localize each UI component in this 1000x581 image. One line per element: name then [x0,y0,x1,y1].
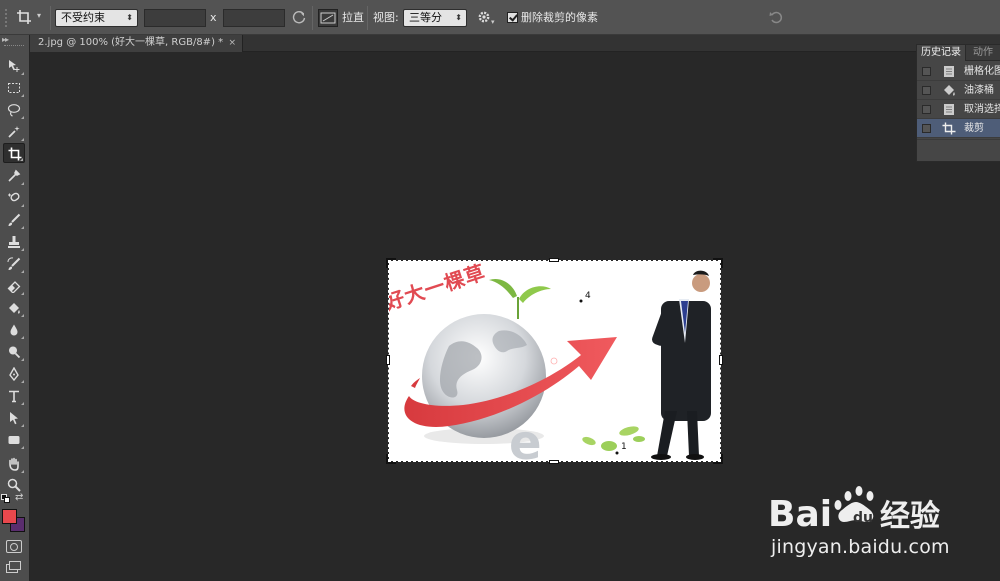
hand-tool-icon[interactable] [3,454,25,474]
ratio-select-value: 不受约束 [61,11,105,24]
dodge-tool-icon[interactable] [3,342,25,362]
swap-colors-icon[interactable]: ⇄ [15,492,23,503]
tool-preset-picker[interactable]: ▾ [16,9,46,27]
history-brush-tool-icon[interactable] [3,254,25,274]
separator [367,6,368,30]
crop-settings-button[interactable]: ▾ [476,9,498,27]
move-tool-icon[interactable] [3,56,25,76]
history-divider [917,139,1000,140]
document-tab-strip: 2.jpg @ 100% (好大一棵草, RGB/8#) * × [30,35,1000,52]
quick-selection-tool-icon[interactable] [3,122,25,142]
gear-icon [478,11,490,23]
lasso-tool-icon[interactable] [3,100,25,120]
panel-grip [4,45,24,47]
marquee-tool-icon[interactable] [3,78,25,98]
history-panel: 历史记录 动作 栅格化图 油漆桶 取消选择 裁剪 [916,44,1000,162]
history-item-label: 油漆桶 [964,85,994,96]
options-bar-grip[interactable] [5,9,13,27]
svg-text:经验: 经验 [880,499,940,534]
crop-handle-left[interactable] [386,355,390,365]
reset-crop-button[interactable] [768,9,786,27]
document-canvas[interactable]: e 好大一棵草 4 1 Bai du 经验 jingyan.baidu.com [31,53,1000,581]
history-item-label: 栅格化图 [964,66,1000,77]
blur-tool-icon[interactable] [3,320,25,340]
screen-mode-icon[interactable] [6,561,22,574]
crop-handle-bottom-left[interactable] [386,454,396,464]
updown-arrows-icon: ⬍ [126,13,133,22]
tab-actions[interactable]: 动作 [969,45,997,61]
rectangle-tool-icon[interactable] [3,430,25,450]
svg-text:du: du [853,510,873,526]
panel-collapse-icon[interactable]: ▸▸ [2,35,9,44]
crop-handle-top-left[interactable] [386,258,396,268]
clone-stamp-tool-icon[interactable] [3,232,25,252]
history-item[interactable]: 取消选择 [917,100,1000,119]
document-icon [944,66,954,77]
rotate-icon [292,11,306,24]
eraser-tool-icon[interactable] [3,276,25,296]
reset-icon [769,11,783,24]
close-icon[interactable]: × [228,35,236,51]
view-overlay-value: 三等分 [409,11,442,24]
dimension-separator: x [210,11,217,24]
history-item-label: 裁剪 [964,123,984,134]
crop-icon [17,10,31,24]
straighten-label[interactable]: 拉直 [342,9,364,27]
updown-arrows-icon: ⬍ [455,13,462,22]
delete-cropped-pixels-label[interactable]: 删除裁剪的像素 [521,9,598,27]
history-panel-tabs: 历史记录 动作 [917,45,1000,61]
history-snapshot-checkbox[interactable] [922,124,931,133]
crop-handle-top-right[interactable] [713,258,723,268]
quick-mask-icon[interactable] [6,540,22,553]
history-snapshot-checkbox[interactable] [922,105,931,114]
history-item[interactable]: 油漆桶 [917,81,1000,100]
brush-tool-icon[interactable] [3,210,25,230]
crop-handle-bottom-right[interactable] [713,454,723,464]
crop-tool-icon[interactable] [3,143,25,163]
history-item-selected[interactable]: 裁剪 [917,119,1000,138]
paint-bucket-icon [944,85,955,96]
baidu-logo-icon: Bai du 经验 [768,486,940,535]
photoshop-window: ▾ 不受约束 ⬍ x 拉直 视图: 三等分 ⬍ ▾ 删除裁剪的像素 2.jpg … [0,0,1000,581]
baidu-jingyan-watermark: Bai du 经验 jingyan.baidu.com [768,478,968,568]
document-tab-title: 2.jpg @ 100% (好大一棵草, RGB/8#) * [38,37,224,48]
separator [312,6,313,30]
spot-healing-tool-icon[interactable] [3,188,25,208]
default-colors-icon[interactable] [1,494,10,503]
view-label: 视图: [373,11,399,24]
options-bar: ▾ 不受约束 ⬍ x 拉直 视图: 三等分 ⬍ ▾ 删除裁剪的像素 [0,0,1000,35]
document-tab[interactable]: 2.jpg @ 100% (好大一棵草, RGB/8#) * × [30,35,243,52]
history-item[interactable]: 栅格化图 [917,62,1000,81]
crop-handle-right[interactable] [719,355,723,365]
paint-bucket-tool-icon[interactable] [3,298,25,318]
crop-bounding-box[interactable] [388,260,721,462]
watermark-url: jingyan.baidu.com [771,536,950,558]
chevron-down-icon: ▾ [37,11,42,20]
type-tool-icon[interactable] [3,386,25,406]
foreground-color-swatch[interactable] [2,509,17,524]
straighten-button[interactable] [318,9,338,27]
history-snapshot-checkbox[interactable] [922,86,931,95]
pen-tool-icon[interactable] [3,364,25,384]
crop-handle-bottom[interactable] [549,460,559,464]
swap-dimensions-button[interactable] [291,9,309,27]
tab-history[interactable]: 历史记录 [917,45,966,61]
chevron-down-icon: ▾ [491,18,495,26]
crop-handle-top[interactable] [549,258,559,262]
ratio-select[interactable]: 不受约束 ⬍ [55,9,138,27]
delete-cropped-pixels-checkbox[interactable] [507,12,518,23]
tools-panel: ▸▸ ⇄ [0,35,30,581]
separator [50,6,51,30]
eyedropper-tool-icon[interactable] [3,166,25,186]
height-input[interactable] [223,9,285,27]
document-icon [944,104,954,115]
width-input[interactable] [144,9,206,27]
svg-text:Bai: Bai [768,494,832,535]
level-icon [320,12,336,24]
history-item-label: 取消选择 [964,104,1000,115]
view-overlay-select[interactable]: 三等分 ⬍ [403,9,467,27]
crop-icon [942,122,956,135]
path-selection-tool-icon[interactable] [3,408,25,428]
history-snapshot-checkbox[interactable] [922,67,931,76]
